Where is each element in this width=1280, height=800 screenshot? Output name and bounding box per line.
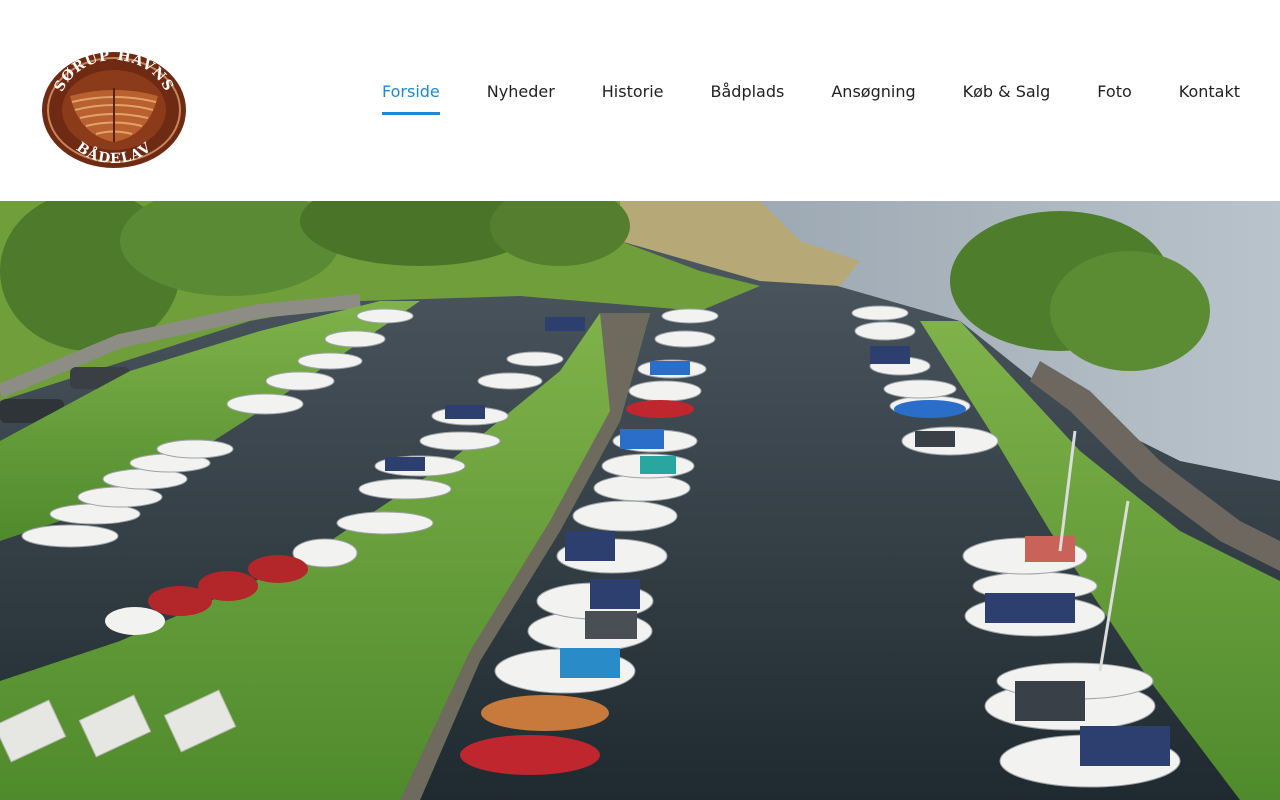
nav-item-forside[interactable]: Forside — [381, 80, 440, 115]
nav-item-historie[interactable]: Historie — [602, 80, 664, 115]
hero-harbor-image — [0, 201, 1280, 800]
site-header: SØRUP HAVNS BÅDELAV Forside Nyheder Hist… — [0, 0, 1280, 201]
nav-item-kob-salg[interactable]: Køb & Salg — [963, 80, 1051, 115]
nav-item-badplads[interactable]: Bådplads — [711, 80, 785, 115]
nav-item-kontakt[interactable]: Kontakt — [1179, 80, 1240, 115]
nav-item-nyheder[interactable]: Nyheder — [487, 80, 555, 115]
nav-item-ansogning[interactable]: Ansøgning — [831, 80, 915, 115]
nav-item-foto[interactable]: Foto — [1097, 80, 1131, 115]
site-logo[interactable]: SØRUP HAVNS BÅDELAV — [40, 50, 188, 170]
main-navigation: Forside Nyheder Historie Bådplads Ansøgn… — [381, 80, 1240, 116]
